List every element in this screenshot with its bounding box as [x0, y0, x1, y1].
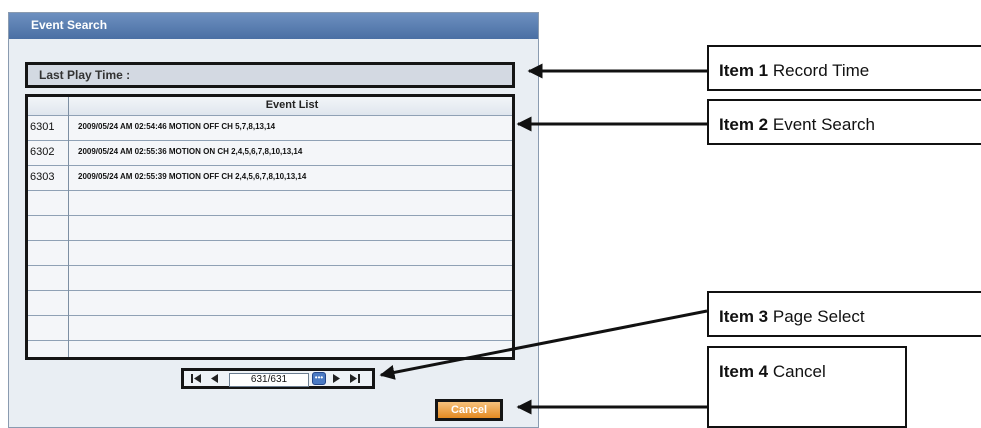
callout-arrows — [379, 63, 708, 415]
arrow-item-3 — [379, 309, 708, 380]
